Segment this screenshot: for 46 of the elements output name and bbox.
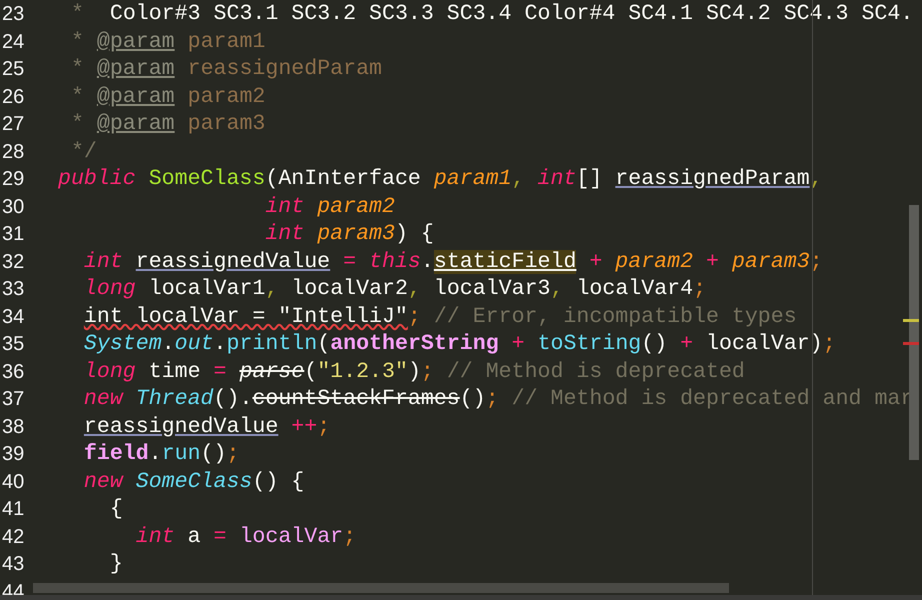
code-line: int param2 [264, 194, 395, 220]
line-number: 41 [1, 497, 26, 522]
code-line: { [108, 496, 123, 523]
line-number: 24 [1, 30, 26, 54]
line-number: 33 [1, 277, 26, 302]
code-line: * @param reassignedParam [70, 56, 382, 83]
code-line: * @param param1 [70, 28, 266, 56]
line-number: 25 [1, 57, 26, 82]
code-line: int localVar = "IntelliJ"; // Error, incompatible types [82, 304, 797, 330]
code-line: * @param param2 [70, 84, 266, 110]
code-line: System.out.println(anotherString + toString() + localVar); [82, 331, 836, 358]
line-number: 29 [1, 167, 26, 192]
line-number: 40 [1, 470, 26, 494]
line-number: 32 [1, 250, 26, 274]
line-number: 28 [1, 140, 26, 164]
code-line: */ [70, 138, 97, 166]
error-marker[interactable] [903, 342, 919, 345]
warning-marker[interactable] [903, 319, 919, 322]
line-number: 31 [1, 222, 26, 247]
code-line: long localVar1, localVar2, localVar3, localVar4; [82, 276, 706, 303]
line-number: 36 [1, 360, 26, 384]
code-line: new Thread().countStackFrames(); // Method is deprecated and mar [82, 386, 914, 413]
line-number: 30 [1, 194, 26, 220]
code-line: field.run(); [82, 441, 240, 468]
line-number: 26 [1, 84, 26, 110]
scrollbar-thumb[interactable] [33, 583, 729, 593]
code-line: int reassignedValue = this.staticField + param2 + param3; [82, 248, 823, 276]
code-line: long time = parse("1.2.3"); // Method is deprecated [82, 358, 745, 386]
line-number: 37 [1, 387, 26, 412]
line-number: 27 [1, 112, 26, 137]
code-line: } [108, 551, 123, 578]
line-number: 35 [1, 332, 26, 357]
code-line: * @param param3 [70, 111, 266, 138]
line-number: 38 [1, 414, 26, 440]
code-line: reassignedValue ++; [82, 414, 330, 440]
line-number: 42 [1, 524, 26, 550]
line-number: 34 [1, 304, 26, 330]
code-line: int param3) { [264, 221, 434, 248]
line-number: 43 [1, 552, 26, 577]
code-line: * Color#3 SC3.1 SC3.2 SC3.3 SC3.4 Color#4 SC4.1 SC4.2 SC4.3 SC4. [70, 1, 914, 28]
line-number: 39 [1, 442, 26, 467]
code-line: int a = localVar; [134, 524, 356, 550]
scrollbar-thumb[interactable] [909, 205, 919, 460]
line-number: 23 [1, 2, 26, 27]
code-line: public SomeClass(AnInterface param1, int[] reassignedParam, [58, 166, 823, 193]
code-line: new SomeClass() { [82, 468, 304, 496]
